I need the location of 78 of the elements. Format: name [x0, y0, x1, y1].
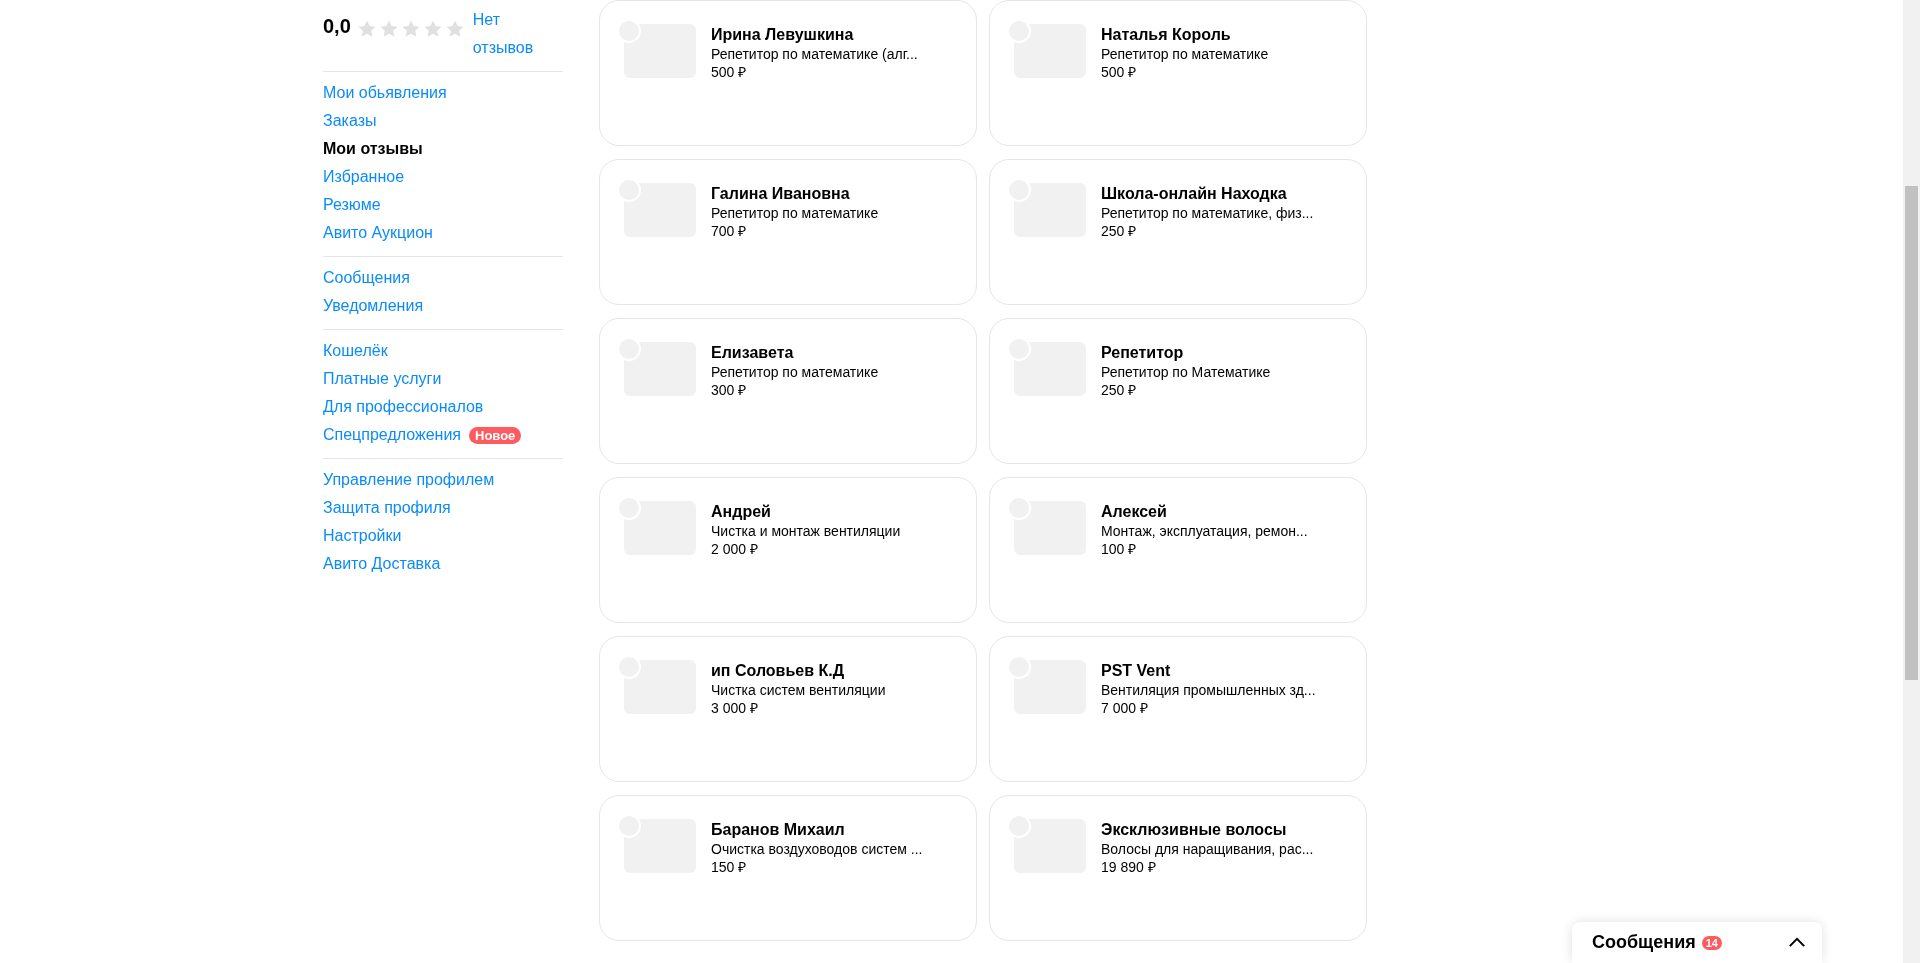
listing-description: Очистка воздуховодов систем ... — [711, 840, 923, 858]
sidebar-item[interactable]: Мои обьявления — [323, 84, 447, 102]
listing-price: 7 000 ₽ — [1101, 699, 1149, 717]
chevron-up-icon[interactable] — [1788, 937, 1806, 948]
sidebar-item[interactable]: Настройки — [323, 527, 402, 545]
listing-card[interactable]: Наталья Король Репетитор по математике 500 ₽ — [989, 0, 1367, 146]
listing-card[interactable]: Галина Ивановна Репетитор по математике 700 ₽ — [599, 159, 977, 305]
listing-title: Школа-онлайн Находка — [1101, 184, 1288, 204]
listing-card[interactable]: Ирина Левушкина Репетитор по математике (алг... 500 ₽ — [599, 0, 977, 146]
listing-card[interactable]: Алексей Монтаж, эксплуатация, ремон... 100 ₽ — [989, 477, 1367, 623]
star-icon — [444, 19, 465, 39]
listing-title: Галина Ивановна — [711, 184, 851, 204]
sidebar-item[interactable]: Избранное — [323, 168, 405, 186]
listing-card[interactable]: Елизавета Репетитор по математике 300 ₽ — [599, 318, 977, 464]
listing-price: 19 890 ₽ — [1101, 858, 1157, 876]
listing-description: Чистка и монтаж вентиляции — [711, 522, 901, 540]
unread-count-badge: 14 — [1701, 935, 1722, 950]
listing-title: ип Соловьев К.Д — [711, 661, 846, 681]
listing-price: 500 ₽ — [1101, 63, 1138, 81]
sidebar-item[interactable]: Спецпредложения — [323, 426, 461, 444]
listing-price: 150 ₽ — [711, 858, 748, 876]
scrollbar[interactable] — [1903, 0, 1920, 963]
listing-description: Монтаж, эксплуатация, ремон... — [1101, 522, 1308, 540]
star-icon — [400, 19, 421, 39]
listing-title: Алексей — [1101, 502, 1168, 522]
listing-price: 100 ₽ — [1101, 540, 1138, 558]
listing-price: 300 ₽ — [711, 381, 748, 399]
listing-description: Репетитор по Математике — [1101, 363, 1271, 381]
messages-title: Сообщения — [1592, 932, 1696, 953]
sidebar-item[interactable]: Мои отзывы — [323, 140, 423, 158]
sidebar-item[interactable]: Управление профилем — [323, 471, 495, 489]
listing-title: Андрей — [711, 502, 772, 522]
rating-value: 0,0 — [323, 15, 351, 38]
listing-price: 2 000 ₽ — [711, 540, 759, 558]
sidebar-item[interactable]: Для профессионалов — [323, 398, 484, 416]
messages-panel[interactable]: Сообщения 14 — [1572, 922, 1822, 963]
sidebar-item[interactable]: Авито Доставка — [323, 555, 441, 573]
listing-description: Репетитор по математике — [711, 204, 879, 222]
listing-description: Волосы для наращивания, рас... — [1101, 840, 1314, 858]
listing-price: 250 ₽ — [1101, 222, 1138, 240]
sidebar-item[interactable]: Платные услуги — [323, 370, 442, 388]
listing-description: Репетитор по математике, физ... — [1101, 204, 1314, 222]
listing-card[interactable]: Школа-онлайн Находка Репетитор по математике, физ... 250 ₽ — [989, 159, 1367, 305]
star-icon — [378, 19, 399, 39]
new-badge: Новое — [469, 426, 522, 444]
listing-card[interactable]: Баранов Михаил Очистка воздуховодов систем ... 150 ₽ — [599, 795, 977, 941]
listing-card[interactable]: ип Соловьев К.Д Чистка систем вентиляции 3 000 ₽ — [599, 636, 977, 782]
listing-title: PST Vent — [1101, 661, 1172, 681]
reviews-link[interactable]: Нет отзывов — [472, 6, 543, 62]
listing-description: Чистка систем вентиляции — [711, 681, 886, 699]
listing-title: Ирина Левушкина — [711, 25, 855, 45]
listing-price: 700 ₽ — [711, 222, 748, 240]
sidebar-item[interactable]: Уведомления — [323, 297, 424, 315]
star-icon — [356, 19, 377, 39]
sidebar-item[interactable]: Заказы — [323, 112, 377, 130]
listing-price: 3 000 ₽ — [711, 699, 759, 717]
listing-title: Наталья Король — [1101, 25, 1232, 45]
listing-card[interactable]: Андрей Чистка и монтаж вентиляции 2 000 ₽ — [599, 477, 977, 623]
listing-title: Репетитор — [1101, 343, 1185, 363]
listing-description: Репетитор по математике — [1101, 45, 1269, 63]
listing-title: Елизавета — [711, 343, 795, 363]
listing-title: Эксклюзивные волосы — [1101, 820, 1288, 840]
scrollbar-thumb[interactable] — [1905, 186, 1918, 680]
listing-description: Репетитор по математике (алг... — [711, 45, 918, 63]
listing-card[interactable]: Эксклюзивные волосы Волосы для наращивания, рас... 19 890 ₽ — [989, 795, 1367, 941]
sidebar-item[interactable]: Резюме — [323, 196, 381, 214]
sidebar-item[interactable]: Авито Аукцион — [323, 224, 433, 242]
star-icon — [422, 19, 443, 39]
sidebar-item[interactable]: Кошелёк — [323, 342, 388, 360]
listing-card[interactable]: Репетитор Репетитор по Математике 250 ₽ — [989, 318, 1367, 464]
sidebar-item[interactable]: Защита профиля — [323, 499, 451, 517]
listing-price: 500 ₽ — [711, 63, 748, 81]
sidebar-item[interactable]: Сообщения — [323, 269, 410, 287]
listing-price: 250 ₽ — [1101, 381, 1138, 399]
listing-title: Баранов Михаил — [711, 820, 846, 840]
listing-description: Репетитор по математике — [711, 363, 879, 381]
listing-card[interactable]: PST Vent Вентиляция промышленных зд... 7 000 ₽ — [989, 636, 1367, 782]
listing-description: Вентиляция промышленных зд... — [1101, 681, 1316, 699]
